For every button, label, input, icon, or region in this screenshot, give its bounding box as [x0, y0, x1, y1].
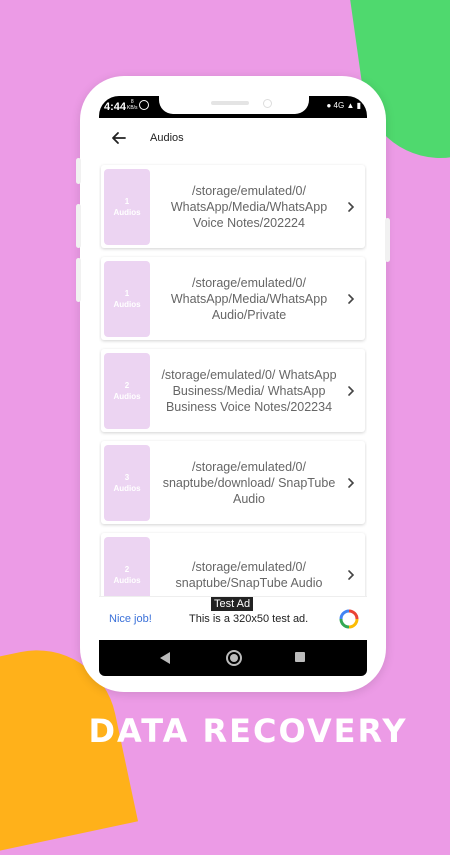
nav-back-icon[interactable]	[159, 651, 171, 665]
folder-item[interactable]: 2 Audios /storage/emulated/0/ snaptube/S…	[101, 533, 365, 596]
ad-text: This is a 320x50 test ad.	[189, 613, 309, 625]
battery-icon: ▮	[356, 101, 361, 110]
camera-notch	[159, 96, 309, 114]
folder-list[interactable]: 1 Audios /storage/emulated/0/ WhatsApp/M…	[99, 160, 367, 596]
audio-count-thumb: 3 Audios	[104, 445, 150, 521]
phone-volume-up	[76, 204, 81, 248]
ad-banner[interactable]: Test Ad Nice job! This is a 320x50 test …	[99, 596, 367, 641]
audio-count-thumb: 2 Audios	[104, 537, 150, 596]
status-network-speed: 8 KB/s	[127, 99, 138, 111]
folder-item[interactable]: 2 Audios /storage/emulated/0/ WhatsApp B…	[101, 349, 365, 432]
sync-icon	[139, 100, 149, 110]
status-icons: ● 4G ▲ ▮	[326, 101, 361, 110]
folder-path: /storage/emulated/0/ WhatsApp/Media/What…	[170, 183, 328, 230]
dot-icon: ●	[326, 101, 332, 110]
folder-item[interactable]: 1 Audios /storage/emulated/0/ WhatsApp/M…	[101, 257, 365, 340]
page-title: Audios	[150, 132, 184, 144]
phone-side-button	[76, 158, 81, 184]
status-bar: 4:44 8 KB/s ● 4G ▲ ▮	[99, 96, 367, 118]
ad-nice-job-link[interactable]: Nice job!	[109, 613, 152, 625]
nav-recents-icon[interactable]	[295, 652, 305, 662]
chevron-right-icon	[348, 570, 355, 580]
test-ad-badge: Test Ad	[211, 597, 254, 611]
phone-screen: 4:44 8 KB/s ● 4G ▲ ▮ Audios 1 Audios /st…	[99, 96, 367, 676]
nav-home-icon[interactable]	[225, 649, 243, 667]
audio-count-thumb: 1 Audios	[104, 169, 150, 245]
system-nav-bar	[99, 640, 367, 676]
front-camera	[263, 99, 272, 108]
folder-item[interactable]: 1 Audios /storage/emulated/0/ WhatsApp/M…	[101, 165, 365, 248]
folder-path: /storage/emulated/0/ snaptube/SnapTube A…	[175, 559, 323, 590]
folder-path: /storage/emulated/0/ WhatsApp/Media/What…	[170, 275, 328, 322]
network-type: 4G	[333, 101, 345, 110]
folder-path: /storage/emulated/0/ WhatsApp Business/M…	[161, 367, 337, 414]
ad-logo-icon	[339, 609, 359, 629]
app-bar: Audios	[99, 118, 367, 160]
phone-volume-down	[76, 258, 81, 302]
chevron-right-icon	[348, 294, 355, 304]
chevron-right-icon	[348, 478, 355, 488]
speaker-grill	[211, 101, 249, 105]
promo-caption: DATA RECOVERY	[88, 712, 408, 750]
folder-path: /storage/emulated/0/ snaptube/download/ …	[162, 459, 336, 506]
phone-power-button	[385, 218, 390, 262]
audio-count-thumb: 1 Audios	[104, 261, 150, 337]
back-arrow-icon[interactable]	[109, 128, 129, 148]
signal-icon: ▲	[346, 101, 355, 110]
chevron-right-icon	[348, 386, 355, 396]
audio-count-thumb: 2 Audios	[104, 353, 150, 429]
status-time: 4:44	[104, 101, 127, 113]
folder-item[interactable]: 3 Audios /storage/emulated/0/ snaptube/d…	[101, 441, 365, 524]
chevron-right-icon	[348, 202, 355, 212]
